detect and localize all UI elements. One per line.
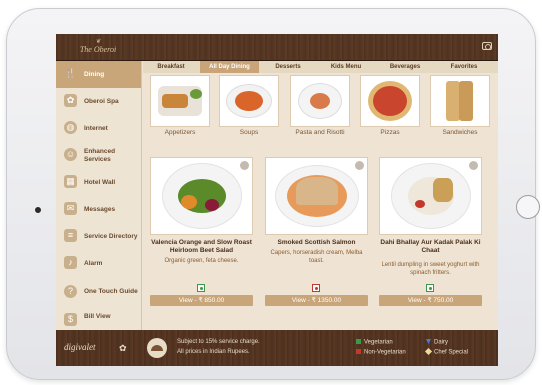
category-soups[interactable]: Soups: [219, 75, 279, 136]
category-image: [219, 75, 279, 127]
category-label: Pizzas: [380, 129, 400, 136]
service-charge-note: Subject to 15% service charge.: [177, 339, 260, 345]
sidebar-item-enhanced-services[interactable]: ☺ Enhanced Services: [56, 142, 141, 169]
menu-tabs: Breakfast All Day Dining Desserts Kids M…: [143, 61, 498, 73]
home-button[interactable]: [516, 195, 540, 219]
sidebar-item-label: Internet: [84, 124, 108, 132]
dish-description: Organic green, feta cheese.: [164, 258, 239, 264]
favorite-icon[interactable]: [469, 161, 478, 170]
camera-dot: [35, 207, 41, 213]
sidebar-item-hotel-wall[interactable]: ▦ Hotel Wall: [56, 169, 141, 196]
category-image: [430, 75, 490, 127]
veg-icon: [356, 339, 361, 344]
dish-card-dahi-bhallay[interactable]: Dahi Bhallay Aur Kadak Palak Ki Chaat Le…: [379, 157, 482, 310]
veg-icon: [426, 284, 434, 292]
non-veg-icon: [312, 284, 320, 292]
view-price-button[interactable]: View - ₹ 1350.00: [265, 295, 368, 306]
category-image: [290, 75, 350, 127]
legend-chef-special: Chef Special: [424, 347, 468, 356]
directory-icon: ≡: [64, 229, 77, 242]
category-sandwiches[interactable]: Sandwiches: [430, 75, 490, 136]
bottom-bar: digivalet ✿ Subject to 15% service charg…: [56, 330, 498, 366]
fork-knife-icon: 🍴: [64, 68, 77, 78]
veg-icon: [197, 284, 205, 292]
app-screen: ❦ The Oberoi 🍴 Dining ✿ Oberoi Spa ◍ Int…: [56, 34, 498, 366]
currency-note: All prices in Indian Rupees.: [177, 349, 250, 355]
category-image: [150, 75, 210, 127]
category-image: [360, 75, 420, 127]
tab-breakfast[interactable]: Breakfast: [143, 61, 199, 73]
category-pasta-risotti[interactable]: Pasta and Risotti: [290, 75, 350, 136]
sidebar-item-label: Messages: [84, 205, 116, 213]
sidebar-item-service-directory[interactable]: ≡ Service Directory: [56, 223, 141, 250]
gear-icon[interactable]: ✿: [119, 343, 127, 354]
favorite-icon[interactable]: [355, 161, 364, 170]
page-indicator: [362, 320, 384, 333]
category-label: Pasta and Risotti: [295, 129, 345, 136]
dish-image: [150, 157, 253, 235]
sidebar-item-dining[interactable]: 🍴 Dining: [56, 61, 141, 88]
wall-icon: ▦: [64, 175, 77, 188]
message-icon: ✉: [64, 202, 77, 215]
top-bar: ❦ The Oberoi: [56, 34, 498, 61]
view-price-button[interactable]: View - ₹ 750.00: [379, 295, 482, 306]
legend-dairy: Dairy: [426, 339, 448, 346]
hotel-logo: ❦ The Oberoi: [68, 39, 128, 54]
dairy-icon: [426, 339, 431, 344]
category-pizzas[interactable]: Pizzas: [360, 75, 420, 136]
tab-beverages[interactable]: Beverages: [376, 61, 434, 73]
guide-icon: ?: [64, 285, 77, 298]
dish-card-beet-salad[interactable]: Valencia Orange and Slow Roast Heirloom …: [150, 157, 253, 310]
camera-icon[interactable]: [482, 42, 492, 50]
category-label: Appetizers: [164, 129, 196, 136]
sidebar-item-label: Oberoi Spa: [84, 97, 119, 105]
tab-desserts[interactable]: Desserts: [260, 61, 316, 73]
services-icon: ☺: [64, 148, 77, 161]
tab-all-day-dining[interactable]: All Day Dining: [200, 61, 259, 73]
favorite-icon[interactable]: [240, 161, 249, 170]
view-price-button[interactable]: View - ₹ 850.00: [150, 295, 253, 306]
bell-icon: ♪: [64, 256, 77, 269]
chef-special-icon: [424, 347, 433, 356]
sidebar-item-label: Alarm: [84, 259, 103, 267]
sidebar: 🍴 Dining ✿ Oberoi Spa ◍ Internet ☺ Enhan…: [56, 61, 142, 330]
sidebar-item-label: Service Directory: [84, 232, 138, 240]
cloche-icon[interactable]: [147, 338, 167, 358]
dish-card-smoked-salmon[interactable]: Smoked Scottish Salmon Capers, horseradi…: [265, 157, 368, 310]
dish-description: Capers, horseradish cream, Melba toast.: [270, 250, 363, 264]
sidebar-item-label: Enhanced Services: [84, 147, 116, 163]
tab-kids-menu[interactable]: Kids Menu: [317, 61, 375, 73]
dish-description: Lentil dumpling in sweet yoghurt with sp…: [381, 262, 480, 276]
sidebar-item-label: One Touch Guide: [84, 288, 138, 295]
sidebar-item-label: Hotel Wall: [84, 178, 116, 186]
non-veg-icon: [356, 349, 361, 354]
dish-title: Valencia Orange and Slow Roast Heirloom …: [151, 239, 252, 254]
dish-title: Dahi Bhallay Aur Kadak Palak Ki Chaat: [380, 239, 481, 254]
category-label: Sandwiches: [442, 129, 478, 136]
sidebar-item-messages[interactable]: ✉ Messages: [56, 196, 141, 223]
sidebar-item-internet[interactable]: ◍ Internet: [56, 115, 141, 142]
globe-icon: ◍: [64, 121, 77, 134]
category-appetizers[interactable]: Appetizers: [150, 75, 210, 136]
spa-icon: ✿: [64, 94, 77, 107]
sidebar-item-bill-view[interactable]: $ Bill View: [56, 307, 141, 330]
sidebar-item-label: Dining: [84, 70, 105, 78]
bill-icon: $: [64, 313, 77, 326]
legend-vegetarian: Vegetarian: [356, 339, 393, 346]
dish-image: [379, 157, 482, 235]
sidebar-item-spa[interactable]: ✿ Oberoi Spa: [56, 88, 141, 115]
brand-logo: digivalet: [64, 342, 96, 352]
dish-image: [265, 157, 368, 235]
sidebar-item-one-touch-guide[interactable]: ? One Touch Guide: [56, 277, 141, 307]
category-label: Soups: [239, 129, 259, 136]
sidebar-item-label: Bill View: [84, 313, 111, 320]
tab-favorites[interactable]: Favorites: [435, 61, 493, 73]
logo-text: The Oberoi: [79, 45, 117, 54]
sidebar-item-alarm[interactable]: ♪ Alarm: [56, 250, 141, 277]
dish-title: Smoked Scottish Salmon: [277, 239, 356, 246]
legend-non-vegetarian: Non-Vegetarian: [356, 349, 406, 356]
